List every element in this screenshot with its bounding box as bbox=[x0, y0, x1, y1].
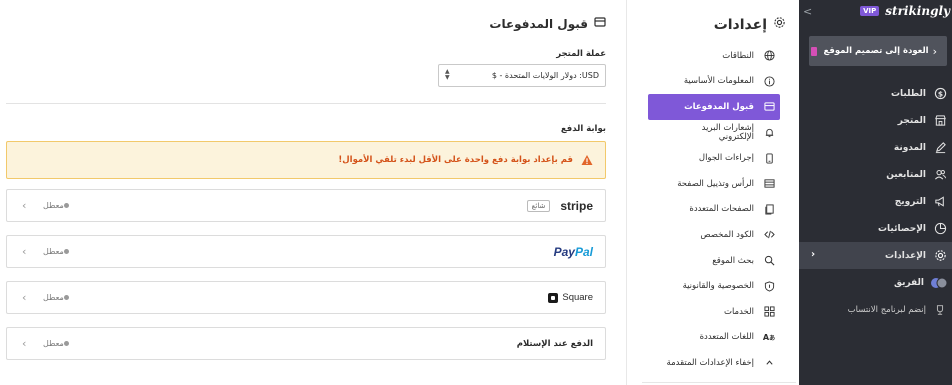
gear-icon bbox=[932, 248, 948, 264]
sidebar-item-followers[interactable]: المتابعين bbox=[799, 161, 952, 188]
logo-text: strikingly bbox=[885, 4, 950, 18]
chevron-right-icon: › bbox=[811, 249, 816, 260]
currency-value: USD: دولار الولايات المتحدة - $ bbox=[491, 71, 599, 80]
stripe-logo: stripe bbox=[560, 198, 593, 213]
menu-item-services[interactable]: الخدمات bbox=[644, 299, 778, 325]
gear-icon bbox=[773, 16, 786, 33]
payment-card-icon bbox=[594, 16, 606, 31]
pie-chart-icon bbox=[932, 221, 948, 237]
grid-icon bbox=[762, 305, 776, 319]
status-dot bbox=[63, 203, 69, 208]
store-icon bbox=[932, 113, 948, 129]
sidebar-item-analytics[interactable]: الإحصائيات bbox=[799, 215, 952, 242]
settings-title: إعدادات bbox=[714, 16, 786, 33]
gateway-stripe[interactable]: stripe شائع معطل ‹ bbox=[6, 189, 606, 222]
status-dot bbox=[63, 295, 69, 300]
globe-icon bbox=[762, 49, 776, 63]
pen-icon bbox=[932, 140, 948, 156]
menu-item-domains[interactable]: النطاقات bbox=[644, 43, 778, 69]
page-title-text: قبول المدفوعات bbox=[489, 16, 588, 31]
back-button-label: العودة إلى تصميم الموقع bbox=[823, 46, 929, 56]
info-icon bbox=[762, 74, 776, 88]
popular-tag: شائع bbox=[526, 199, 551, 212]
sidebar-nav: $ الطلبات المتجر المدونة المتابعين الترو… bbox=[799, 80, 952, 323]
gateway-square[interactable]: Square معطل ‹ bbox=[6, 281, 606, 314]
menu-item-custom-code[interactable]: الكود المخصص bbox=[644, 222, 778, 248]
divider bbox=[6, 103, 606, 104]
menu-item-hide-advanced[interactable]: إخفاء الإعدادات المتقدمة bbox=[644, 350, 778, 376]
menu-item-mobile-actions[interactable]: إجراءات الجوال bbox=[644, 145, 778, 171]
language-icon: Aあ bbox=[762, 332, 776, 342]
mobile-icon bbox=[762, 151, 776, 165]
sidebar-item-settings[interactable]: الإعدادات › bbox=[799, 242, 952, 269]
menu-item-multilingual[interactable]: Aあ اللغات المتعددة bbox=[644, 325, 778, 351]
sidebar-item-affiliate[interactable]: إنضم لبرنامج الانتساب bbox=[799, 296, 952, 323]
menu-item-email-notifications[interactable]: إشعارات البريد الإلكتروني bbox=[644, 120, 778, 146]
payments-panel: قبول المدفوعات عملة المتجر USD: دولار ال… bbox=[6, 0, 606, 385]
settings-title-text: إعدادات bbox=[713, 16, 767, 33]
sidebar-item-orders[interactable]: $ الطلبات bbox=[799, 80, 952, 107]
page-design-icon bbox=[811, 46, 818, 56]
sidebar-item-team[interactable]: الفريق bbox=[799, 269, 952, 296]
sidebar-item-promote[interactable]: الترويج bbox=[799, 188, 952, 215]
gateway-cash-on-delivery[interactable]: الدفع عند الإستلام معطل ‹ bbox=[6, 327, 606, 360]
square-icon bbox=[548, 292, 559, 303]
back-to-site-design-button[interactable]: ‹ العودة إلى تصميم الموقع bbox=[809, 36, 947, 66]
cod-label: الدفع عند الإستلام bbox=[516, 338, 593, 349]
status-badge: معطل bbox=[43, 247, 73, 256]
chevron-up-icon bbox=[762, 356, 776, 370]
sidebar-item-store[interactable]: المتجر bbox=[799, 107, 952, 134]
chevron-left-icon: ‹ bbox=[932, 44, 937, 58]
users-icon bbox=[932, 167, 948, 183]
settings-menu-list: النطاقات المعلومات الأساسية قبول المدفوع… bbox=[644, 43, 780, 376]
menu-item-multiple-pages[interactable]: الصفحات المتعددة bbox=[644, 197, 778, 223]
collapse-sidebar-icon[interactable]: < bbox=[803, 5, 812, 18]
status-badge: معطل bbox=[43, 293, 73, 302]
sidebar-item-blog[interactable]: المدونة bbox=[799, 134, 952, 161]
search-icon bbox=[762, 254, 776, 268]
bell-icon bbox=[762, 126, 776, 140]
vip-badge: VIP bbox=[860, 6, 880, 16]
settings-menu: إعدادات النطاقات المعلومات الأساسية قبول… bbox=[626, 0, 796, 385]
chevron-left-icon[interactable]: ‹ bbox=[22, 337, 26, 350]
chevron-left-icon[interactable]: ‹ bbox=[22, 291, 26, 304]
status-dot bbox=[63, 249, 69, 254]
menu-item-privacy-legal[interactable]: الخصوصية والقانونية bbox=[644, 273, 778, 299]
payment-gateway-label: بوابة الدفع bbox=[560, 124, 606, 134]
menu-item-site-search[interactable]: بحث الموقع bbox=[644, 248, 778, 274]
code-icon bbox=[762, 228, 776, 242]
dollar-circle-icon: $ bbox=[932, 86, 948, 102]
square-logo: Square bbox=[548, 292, 593, 303]
menu-item-accept-payments[interactable]: قبول المدفوعات bbox=[648, 94, 780, 120]
megaphone-icon bbox=[932, 194, 948, 210]
trophy-icon bbox=[932, 302, 948, 318]
chevron-left-icon[interactable]: ‹ bbox=[22, 245, 26, 258]
currency-select[interactable]: USD: دولار الولايات المتحدة - $ ▲ ▼ bbox=[438, 64, 606, 87]
app-sidebar: < VIP strikingly ‹ العودة إلى تصميم المو… bbox=[799, 0, 952, 385]
paypal-logo: PayPal bbox=[553, 244, 593, 259]
menu-item-basic-info[interactable]: المعلومات الأساسية bbox=[644, 69, 778, 95]
shield-icon bbox=[762, 279, 776, 293]
pages-icon bbox=[762, 202, 776, 216]
menu-item-header-footer[interactable]: الرأس وتذييل الصفحة bbox=[644, 171, 778, 197]
gateway-paypal[interactable]: PayPal معطل ‹ bbox=[6, 235, 606, 268]
chevron-left-icon[interactable]: ‹ bbox=[22, 199, 26, 212]
page-title: قبول المدفوعات bbox=[489, 16, 606, 31]
header-footer-icon bbox=[762, 177, 776, 191]
warning-icon bbox=[581, 154, 593, 166]
select-arrows-icon: ▲ ▼ bbox=[445, 68, 450, 81]
team-avatars-icon bbox=[930, 275, 948, 291]
logo: VIP strikingly bbox=[860, 4, 950, 18]
sidebar-header: < VIP strikingly bbox=[799, 0, 952, 24]
warning-banner: قم بإعداد بوابة دفع واحدة على الأقل لبدء… bbox=[6, 141, 606, 179]
status-badge: معطل bbox=[43, 201, 73, 210]
currency-label: عملة المتجر bbox=[556, 49, 606, 59]
svg-text:$: $ bbox=[937, 89, 942, 98]
status-badge: معطل bbox=[43, 339, 73, 348]
payment-card-icon bbox=[762, 100, 776, 114]
divider bbox=[642, 382, 796, 383]
warning-text: قم بإعداد بوابة دفع واحدة على الأقل لبدء… bbox=[338, 155, 573, 165]
status-dot bbox=[63, 341, 69, 346]
